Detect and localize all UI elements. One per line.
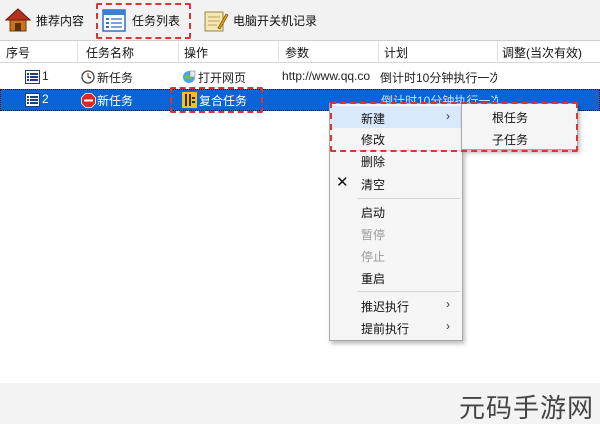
list-icon: [25, 93, 40, 107]
tab-label: 任务列表: [132, 13, 181, 28]
menu-item-pause: 暂停: [361, 228, 386, 242]
context-menu: 新建 › 修改 删除 ✕ 清空 启动 暂停 停止 重启 推迟执行 › 提前执行 …: [329, 103, 463, 341]
watermark: 元码手游网: [458, 394, 594, 424]
menu-item-advance[interactable]: 提前执行 ›: [330, 316, 462, 338]
menu-item-edit[interactable]: 修改: [330, 127, 462, 149]
column-divider[interactable]: [178, 41, 179, 63]
submenu-item-root-task[interactable]: 根任务: [462, 105, 577, 127]
submenu-item-child-task[interactable]: 子任务: [462, 127, 577, 149]
table-row[interactable]: 1 新任务 打开网页 http://www.qq.co 倒计时10分钟执行一次: [0, 66, 600, 88]
task-action: 打开网页: [198, 71, 247, 85]
menu-item-delete[interactable]: 删除: [330, 149, 462, 171]
menu-item-stop: 停止: [361, 250, 386, 264]
calendar-list-icon: [102, 9, 126, 32]
tab-label: 推荐内容: [36, 13, 85, 28]
stop-sign-icon: [81, 93, 96, 108]
task-action: 复合任务: [199, 94, 248, 108]
column-header-index[interactable]: 序号: [6, 44, 30, 61]
menu-item-clear[interactable]: ✕ 清空: [330, 172, 462, 194]
chevron-right-icon: ›: [446, 109, 450, 123]
chevron-right-icon: ›: [446, 297, 450, 311]
toolbar: 推荐内容 任务列表 电脑开关机记录: [0, 0, 600, 41]
task-name: 新任务: [97, 94, 134, 108]
column-divider[interactable]: [378, 41, 379, 63]
column-header-plan[interactable]: 计划: [384, 44, 408, 61]
menu-item-restart[interactable]: 重启: [330, 266, 462, 288]
tab-task-list[interactable]: 任务列表: [100, 3, 180, 37]
column-divider[interactable]: [77, 41, 78, 63]
task-plan: 倒计时10分钟执行一次: [380, 71, 497, 85]
column-header-adjust[interactable]: 调整(当次有效): [502, 44, 582, 61]
menu-item-start[interactable]: 启动: [330, 200, 462, 222]
row-index: 2: [42, 92, 49, 106]
tab-power-log[interactable]: 电脑开关机记录: [201, 3, 317, 37]
menu-separator: [358, 291, 460, 292]
column-header-action[interactable]: 操作: [184, 44, 208, 61]
menu-item-postpone[interactable]: 推迟执行 ›: [330, 294, 462, 316]
composite-task-icon: [182, 92, 197, 108]
chevron-right-icon: ›: [446, 319, 450, 333]
x-icon: ✕: [336, 174, 349, 191]
column-divider[interactable]: [278, 41, 279, 63]
column-header-param[interactable]: 参数: [285, 44, 309, 61]
submenu: 根任务 子任务: [461, 103, 578, 150]
clock-icon: [81, 70, 95, 84]
table-header: 序号 任务名称 操作 参数 计划 调整(当次有效): [0, 41, 600, 63]
tab-label: 电脑开关机记录: [233, 13, 318, 28]
list-icon: [25, 70, 40, 84]
menu-separator: [358, 198, 460, 199]
task-name: 新任务: [97, 71, 134, 85]
menu-item-new[interactable]: 新建 ›: [330, 106, 462, 128]
row-index: 1: [42, 69, 49, 83]
web-page-icon: [183, 70, 196, 83]
tab-recommended[interactable]: 推荐内容: [4, 3, 84, 37]
column-header-name[interactable]: 任务名称: [86, 44, 134, 61]
notepad-pencil-icon: [204, 11, 229, 32]
house-icon: [4, 8, 32, 32]
column-divider[interactable]: [497, 41, 498, 63]
task-param: http://www.qq.co: [282, 69, 371, 83]
